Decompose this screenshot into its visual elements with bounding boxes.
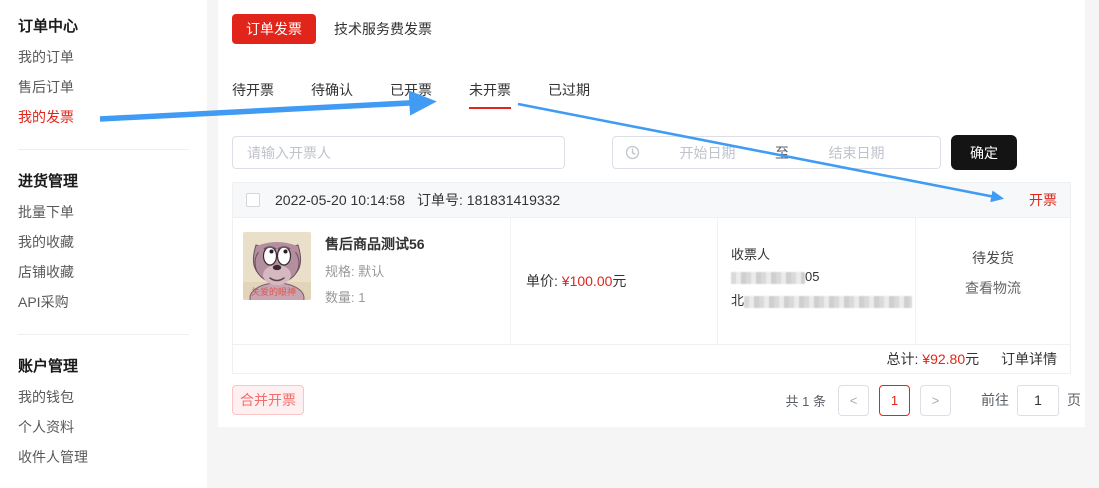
chevron-right-icon: >: [932, 393, 940, 408]
pagination-prev-button[interactable]: <: [838, 385, 869, 416]
tab-not-invoiced[interactable]: 未开票: [469, 80, 511, 109]
sidebar: 订单中心 我的订单 售后订单 我的发票 进货管理 批量下单 我的收藏 店铺收藏 …: [0, 0, 207, 488]
sidebar-divider: [18, 334, 189, 335]
receiver-phone: 05: [731, 269, 907, 284]
unit-price-label: 单价:: [526, 271, 558, 291]
goto-page-input[interactable]: [1017, 385, 1059, 416]
invoice-type-tabs: 订单发票 技术服务费发票: [232, 14, 432, 44]
confirm-button[interactable]: 确定: [951, 135, 1017, 170]
total-label: 总计:: [887, 351, 919, 367]
sidebar-divider: [18, 149, 189, 150]
order-card-body: 关爱的眼神 售后商品测试56 规格: 默认 数量: 1 单价: ¥100.00元…: [233, 218, 1070, 344]
product-column: 关爱的眼神 售后商品测试56 规格: 默认 数量: 1: [233, 218, 510, 344]
receiver-phone-masked: [731, 272, 805, 284]
receiver-address-prefix: 北: [731, 293, 744, 308]
page-unit-label: 页: [1067, 390, 1081, 410]
tab-invoiced[interactable]: 已开票: [390, 80, 432, 109]
receiver-title: 收票人: [731, 244, 907, 263]
sidebar-item-shop-favorites[interactable]: 店铺收藏: [18, 257, 207, 287]
sidebar-item-api-purchase[interactable]: API采购: [18, 287, 207, 317]
receiver-address: 北: [731, 290, 907, 309]
product-info: 售后商品测试56 规格: 默认 数量: 1: [325, 232, 425, 330]
tab-order-invoice[interactable]: 订单发票: [232, 14, 316, 44]
total-count-text: 共 1 条: [786, 391, 826, 410]
merge-invoice-button[interactable]: 合并开票: [232, 385, 304, 415]
order-card: 2022-05-20 10:14:58 订单号: 181831419332 开票: [232, 182, 1071, 374]
order-number-label: 订单号:: [417, 192, 463, 208]
sidebar-item-recipient-mgmt[interactable]: 收件人管理: [18, 442, 207, 472]
sidebar-item-profile[interactable]: 个人资料: [18, 412, 207, 442]
end-date-placeholder[interactable]: 结束日期: [789, 143, 924, 163]
order-detail-link[interactable]: 订单详情: [1001, 351, 1057, 367]
price-column: 单价: ¥100.00元: [510, 218, 717, 344]
order-number-value: 181831419332: [467, 192, 560, 208]
product-thumbnail[interactable]: 关爱的眼神: [243, 232, 311, 300]
tab-tech-service-invoice[interactable]: 技术服务费发票: [334, 14, 432, 44]
invoicer-search-input[interactable]: [232, 136, 565, 169]
order-number: 订单号: 181831419332: [417, 190, 560, 210]
cartoon-dog-image: 关爱的眼神: [243, 232, 311, 300]
sidebar-section-order-center: 订单中心: [18, 12, 207, 42]
receiver-address-masked: [744, 296, 912, 308]
date-range-picker[interactable]: 开始日期 至 结束日期: [612, 136, 941, 169]
product-spec: 规格: 默认: [325, 261, 425, 280]
tab-pending-invoice[interactable]: 待开票: [232, 80, 274, 109]
create-invoice-link[interactable]: 开票: [1029, 190, 1057, 210]
total-unit: 元: [965, 351, 979, 367]
tab-expired[interactable]: 已过期: [548, 80, 590, 109]
order-total-row: 总计: ¥92.80元 订单详情: [233, 344, 1070, 373]
sidebar-item-my-orders[interactable]: 我的订单: [18, 42, 207, 72]
sidebar-item-my-wallet[interactable]: 我的钱包: [18, 382, 207, 412]
unit-price-unit: 元: [612, 271, 626, 291]
view-logistics-link[interactable]: 查看物流: [916, 278, 1070, 298]
total-amount: ¥92.80: [922, 351, 965, 367]
order-status: 待发货: [916, 248, 1070, 268]
product-name[interactable]: 售后商品测试56: [325, 234, 425, 254]
sidebar-item-my-favorites[interactable]: 我的收藏: [18, 227, 207, 257]
invoice-panel: 订单发票 技术服务费发票 待开票 待确认 已开票 未开票 已过期 开始日期 至 …: [218, 0, 1085, 427]
product-quantity: 数量: 1: [325, 287, 425, 306]
tab-pending-confirm[interactable]: 待确认: [311, 80, 353, 109]
chevron-left-icon: <: [850, 393, 858, 408]
date-separator: 至: [775, 143, 789, 163]
pagination-page-1[interactable]: 1: [879, 385, 910, 416]
svg-text:关爱的眼神: 关爱的眼神: [251, 286, 296, 297]
sidebar-item-bulk-order[interactable]: 批量下单: [18, 197, 207, 227]
sidebar-section-account-mgmt: 账户管理: [18, 352, 207, 382]
unit-price-amount: ¥100.00: [562, 273, 613, 289]
order-checkbox[interactable]: [246, 193, 260, 207]
bottom-bar: 合并开票 共 1 条 < 1 > 前往 页: [232, 384, 1081, 416]
goto-page-label: 前往: [981, 390, 1009, 410]
start-date-placeholder[interactable]: 开始日期: [640, 143, 775, 163]
clock-icon: [625, 145, 640, 160]
filter-row: 开始日期 至 结束日期 确定: [232, 136, 1085, 170]
order-datetime: 2022-05-20 10:14:58: [275, 192, 405, 208]
sidebar-item-my-invoices[interactable]: 我的发票: [18, 102, 207, 132]
sidebar-item-aftersale-orders[interactable]: 售后订单: [18, 72, 207, 102]
invoice-status-tabs: 待开票 待确认 已开票 未开票 已过期: [232, 80, 627, 109]
receiver-column: 收票人 05 北: [717, 218, 915, 344]
receiver-phone-visible: 05: [805, 269, 819, 284]
order-card-header: 2022-05-20 10:14:58 订单号: 181831419332 开票: [233, 183, 1070, 218]
pagination-next-button[interactable]: >: [920, 385, 951, 416]
status-column: 待发货 查看物流: [915, 218, 1070, 344]
sidebar-section-purchase-mgmt: 进货管理: [18, 167, 207, 197]
